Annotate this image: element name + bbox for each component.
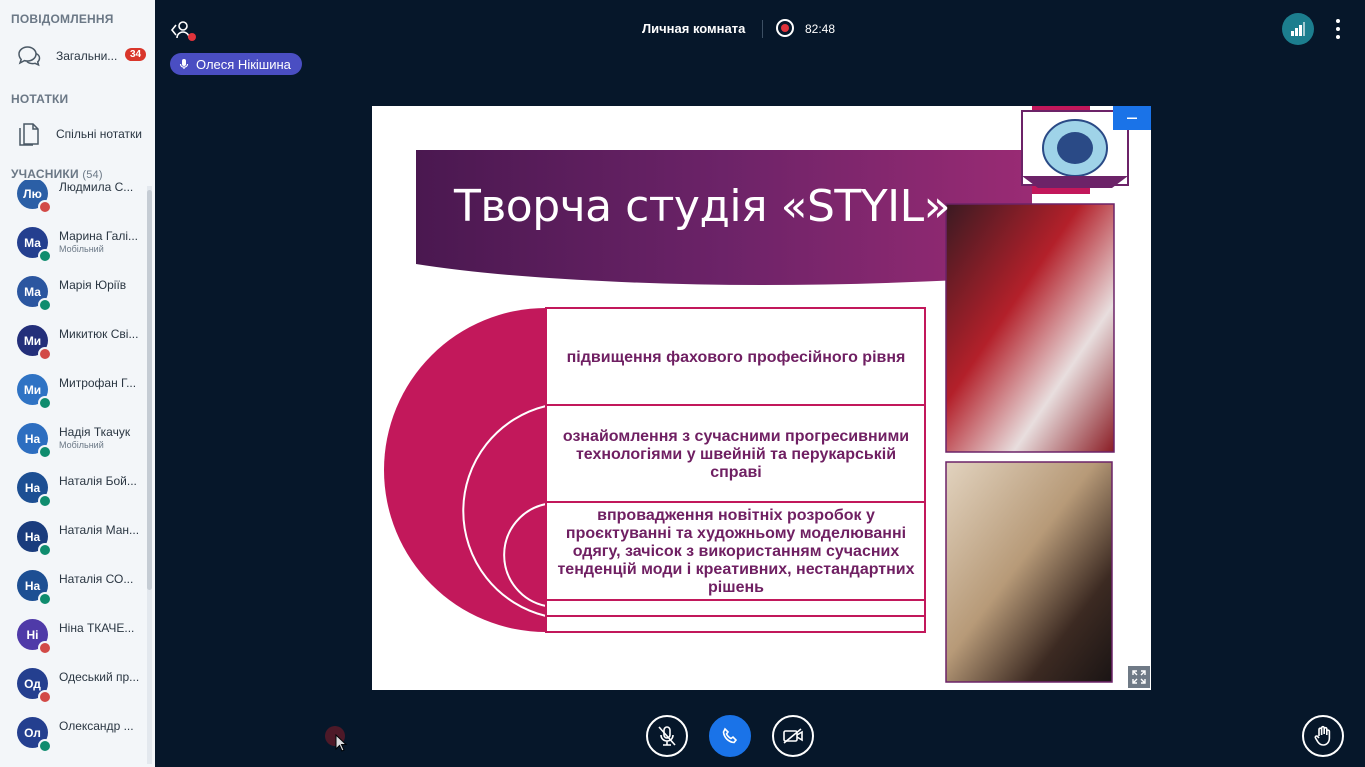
connection-status-button[interactable] [1282, 13, 1314, 45]
slide-title: Творча студія «STYIL» [454, 181, 951, 232]
user-name: Наталія Ман... [59, 523, 140, 537]
user-name: Наталія СО... [59, 572, 134, 586]
user-name: Марія Юріїв [59, 278, 127, 292]
kebab-dot-icon [1336, 27, 1340, 31]
notes-icon [16, 121, 42, 147]
user-device: Мобільний [59, 244, 104, 254]
recording-timer: 82:48 [805, 22, 836, 36]
user-device: Мобільний [59, 440, 104, 450]
listen-status-icon [38, 543, 52, 557]
user-list-item[interactable]: Ол Олександр ... [0, 708, 147, 757]
user-list-item[interactable]: На Наталія СО... [0, 561, 147, 610]
mouse-cursor [325, 726, 348, 752]
user-list-item[interactable]: Ні Ніна ТКАЧЕ... [0, 610, 147, 659]
pointer-icon [335, 734, 348, 752]
muted-status-icon [38, 347, 52, 361]
unread-badge: 34 [125, 48, 147, 61]
kebab-dot-icon [1336, 35, 1340, 39]
shared-notes-item[interactable]: Спільні нотатки [0, 117, 155, 151]
sidebar: ПОВІДОМЛЕННЯ Загальни... 34 НОТАТКИ Спіл… [0, 0, 155, 767]
talking-indicator[interactable]: Олеся Нікішина [170, 53, 302, 75]
user-list-item[interactable]: Ми Микитюк Сві... [0, 316, 147, 365]
fullscreen-icon [1132, 670, 1146, 684]
slide-half-circle [384, 308, 546, 632]
user-name: Людмила С... [59, 180, 134, 194]
fullscreen-button[interactable] [1128, 666, 1150, 688]
user-list-item[interactable]: Лю Людмила С... [0, 180, 147, 218]
phone-icon [722, 727, 738, 744]
users-section-title: УЧАСНИКИ (54) [11, 167, 103, 181]
user-list-item[interactable]: Од Одеський пр... [0, 659, 147, 708]
share-webcam-button[interactable] [772, 715, 814, 757]
user-list-item[interactable]: На Наталія Бой... [0, 463, 147, 512]
chat-icon [16, 43, 42, 69]
users-title-text: УЧАСНИКИ [11, 167, 79, 181]
user-name: Микитюк Сві... [59, 327, 139, 341]
user-name: Ніна ТКАЧЕ... [59, 621, 135, 635]
listen-status-icon [38, 445, 52, 459]
user-name: Митрофан Г... [59, 376, 137, 390]
microphone-off-icon [658, 726, 676, 746]
logo-ribbon [1022, 176, 1128, 188]
user-list-item[interactable]: На Надія Ткачук Мобільний [0, 414, 147, 463]
user-list-item[interactable]: Ма Марія Юріїв [0, 267, 147, 316]
toggle-user-list-button[interactable] [168, 16, 196, 44]
user-name: Одеський пр... [59, 670, 140, 684]
hand-icon [1314, 725, 1331, 746]
costume-photo [945, 203, 1115, 453]
listen-status-icon [38, 298, 52, 312]
room-title: Личная комната [642, 21, 746, 36]
listen-status-icon [38, 249, 52, 263]
scrollbar-thumb[interactable] [147, 190, 152, 590]
slide-item-3: впровадження новітніх розробок у проєкту… [557, 507, 915, 596]
public-chat-label: Загальни... [56, 49, 118, 63]
notification-dot [188, 33, 196, 41]
signal-bars-icon [1291, 22, 1305, 36]
minimize-presentation-button[interactable] [1113, 106, 1151, 130]
messages-section-title: ПОВІДОМЛЕННЯ [11, 12, 114, 26]
user-name: Марина Галі... [59, 229, 138, 243]
user-list-item[interactable]: На Наталія Ман... [0, 512, 147, 561]
leave-audio-button[interactable] [709, 715, 751, 757]
listen-status-icon [38, 739, 52, 753]
user-list-item[interactable]: Ма Марина Галі... Мобільний [0, 218, 147, 267]
listen-status-icon [38, 592, 52, 606]
user-list-item[interactable]: Ми Митрофан Г... [0, 365, 147, 414]
more-options-button[interactable] [1331, 17, 1345, 41]
mute-button[interactable] [646, 715, 688, 757]
fashion-photo [945, 461, 1113, 683]
divider [762, 20, 763, 38]
listen-status-icon [38, 494, 52, 508]
shared-notes-label: Спільні нотатки [56, 127, 142, 141]
raise-hand-button[interactable] [1302, 715, 1344, 757]
muted-status-icon [38, 200, 52, 214]
kebab-dot-icon [1336, 19, 1340, 23]
user-list: Лю Людмила С... Ма Марина Галі... Мобіль… [0, 180, 147, 767]
muted-status-icon [38, 690, 52, 704]
user-name: Олександр ... [59, 719, 134, 733]
muted-status-icon [38, 641, 52, 655]
logo-center-icon [1057, 132, 1093, 164]
minus-icon [1127, 117, 1137, 119]
notes-section-title: НОТАТКИ [11, 92, 69, 106]
presentation-slide: Творча студія «STYIL» підвищення фаховог… [372, 106, 1151, 690]
slide-item-1: підвищення фахового професійного рівня [566, 348, 906, 366]
talking-user-name: Олеся Нікішина [196, 56, 291, 72]
microphone-icon [179, 59, 189, 69]
public-chat-item[interactable]: Загальни... 34 [0, 39, 155, 73]
slide-item-2: ознайомлення з сучасними прогресивними т… [562, 427, 910, 481]
user-name: Наталія Бой... [59, 474, 137, 488]
listen-status-icon [38, 396, 52, 410]
video-off-icon [783, 728, 803, 744]
recording-button[interactable] [776, 19, 794, 37]
user-name: Надія Ткачук [59, 425, 131, 439]
